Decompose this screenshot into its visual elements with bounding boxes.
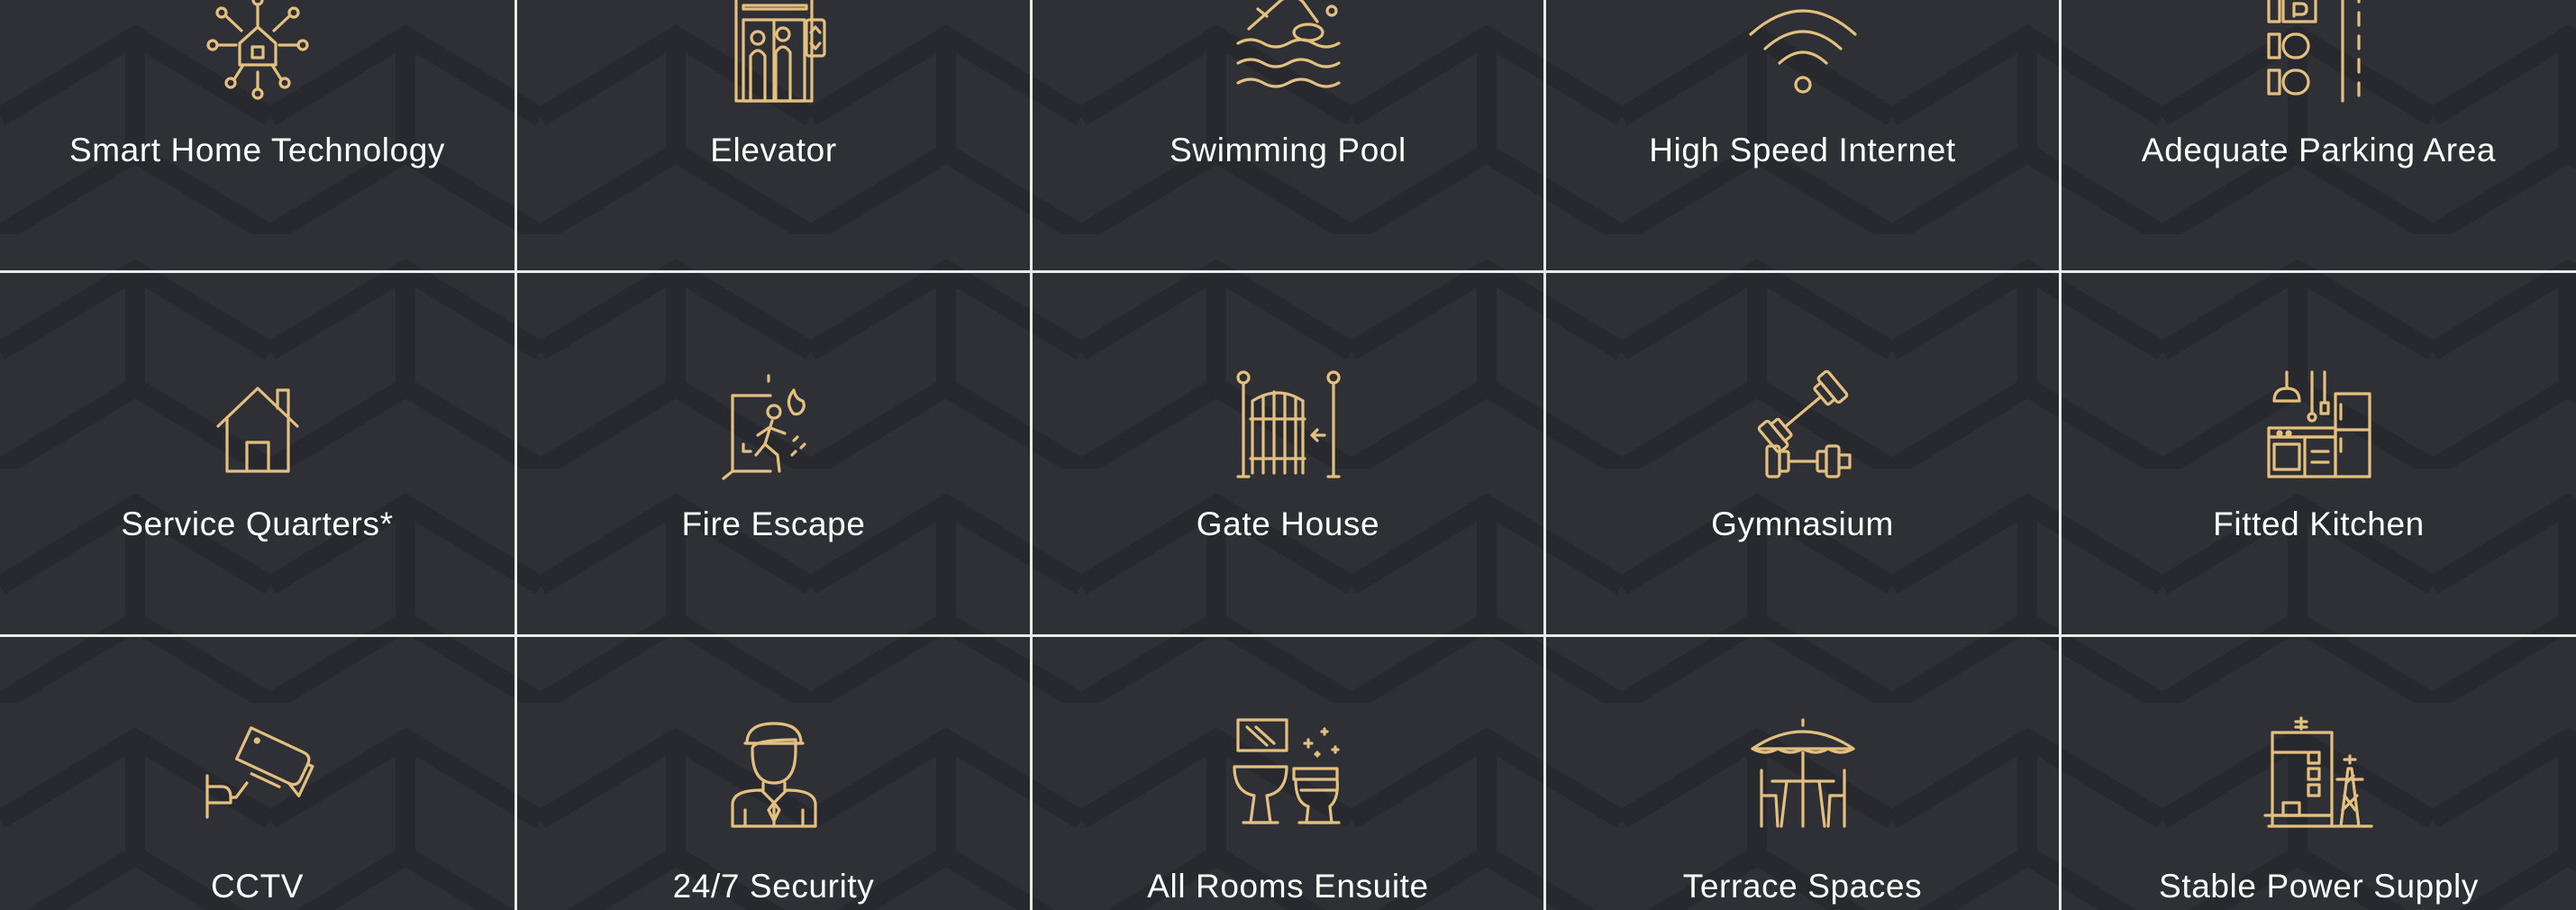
- amenity-label: Elevator: [710, 132, 837, 168]
- fire-exit-icon: [716, 369, 832, 484]
- amenity-tile: Gate House: [1033, 273, 1546, 637]
- amenity-tile: Fitted Kitchen: [2062, 273, 2576, 637]
- amenity-label: CCTV: [210, 868, 305, 905]
- amenity-tile: Terrace Spaces: [1546, 637, 2062, 910]
- amenities-grid: Smart Home Technology Elevator Swimming …: [0, 0, 2576, 910]
- amenity-tile: Adequate Parking Area: [2062, 0, 2576, 273]
- amenity-tile: All Rooms Ensuite: [1033, 637, 1546, 910]
- swimmer-icon: [1231, 0, 1346, 108]
- kitchen-icon: [2262, 369, 2377, 484]
- amenity-tile: Gymnasium: [1546, 273, 2062, 637]
- amenity-label: Swimming Pool: [1170, 132, 1406, 168]
- power-plant-icon: [2262, 716, 2377, 832]
- amenity-tile: Smart Home Technology: [0, 0, 517, 273]
- dumbbell-icon: [1745, 369, 1861, 484]
- amenity-label: Service Quarters*: [121, 505, 394, 542]
- amenity-label: Adequate Parking Area: [2141, 132, 2497, 168]
- wifi-icon: [1745, 0, 1861, 108]
- amenity-label: Fire Escape: [681, 505, 866, 542]
- amenity-tile: Stable Power Supply: [2062, 637, 2576, 910]
- amenity-tile: Swimming Pool: [1033, 0, 1546, 273]
- amenity-label: 24/7 Security: [672, 868, 875, 905]
- amenity-label: Stable Power Supply: [2159, 868, 2479, 905]
- amenity-tile: 24/7 Security: [517, 637, 1033, 910]
- amenities-section: Smart Home Technology Elevator Swimming …: [0, 0, 2576, 910]
- amenity-label: Gate House: [1196, 505, 1380, 542]
- amenity-tile: Elevator: [517, 0, 1033, 273]
- amenity-label: High Speed Internet: [1649, 132, 1956, 168]
- amenity-label: Terrace Spaces: [1682, 868, 1923, 905]
- amenity-tile: Fire Escape: [517, 273, 1033, 637]
- toilet-sink-icon: [1231, 716, 1346, 832]
- amenity-label: All Rooms Ensuite: [1147, 868, 1429, 905]
- amenity-label: Fitted Kitchen: [2213, 505, 2425, 542]
- amenity-tile: Service Quarters*: [0, 273, 517, 637]
- elevator-icon: [716, 0, 832, 108]
- security-guard-icon: [716, 716, 832, 832]
- amenity-tile: CCTV: [0, 637, 517, 910]
- amenity-tile: High Speed Internet: [1546, 0, 2062, 273]
- smart-home-icon: [200, 0, 315, 108]
- house-icon: [200, 369, 315, 484]
- patio-umbrella-icon: [1745, 716, 1861, 832]
- amenity-label: Gymnasium: [1711, 505, 1894, 542]
- gate-icon: [1231, 369, 1346, 484]
- cctv-camera-icon: [200, 716, 315, 832]
- parking-icon: [2262, 0, 2377, 108]
- amenity-label: Smart Home Technology: [68, 132, 446, 168]
